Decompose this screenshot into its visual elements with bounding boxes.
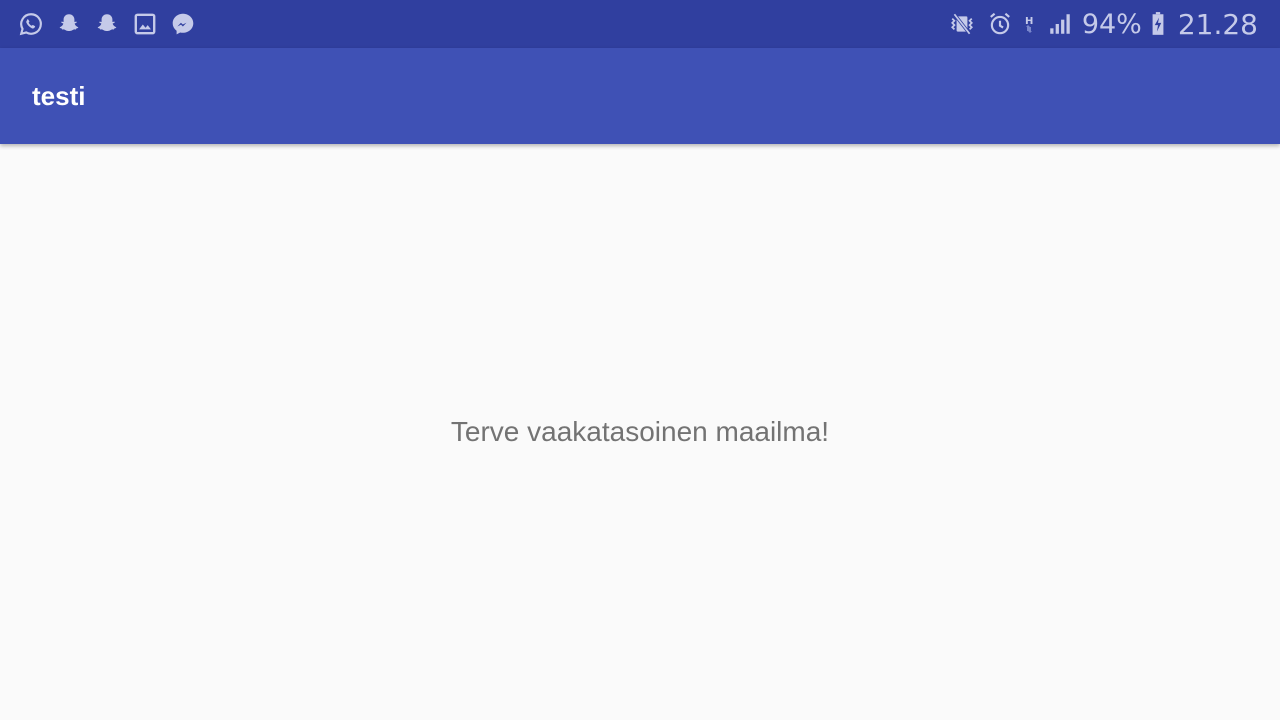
main-content: Terve vaakatasoinen maailma!	[0, 144, 1280, 720]
signal-icon	[1046, 10, 1074, 38]
status-bar: H 94% 21.28	[0, 0, 1280, 48]
messenger-icon	[169, 10, 197, 38]
clock: 21.28	[1177, 7, 1258, 41]
alarm-icon	[986, 10, 1014, 38]
greeting-text: Terve vaakatasoinen maailma!	[450, 416, 830, 447]
battery-charging-icon	[1148, 10, 1168, 38]
app-title: testi	[32, 80, 86, 111]
system-status: H 94% 21.28	[944, 8, 1280, 41]
snapchat-icon	[55, 10, 83, 38]
svg-text:H: H	[1025, 16, 1033, 27]
snapchat-icon	[93, 10, 121, 38]
gallery-icon	[131, 10, 159, 38]
notification-icons	[0, 10, 197, 38]
battery-percentage: 94%	[1081, 8, 1142, 40]
whatsapp-icon	[17, 10, 45, 38]
app-bar: testi	[0, 48, 1280, 144]
network-h-icon: H	[1020, 10, 1040, 38]
vibrate-off-icon	[944, 10, 980, 38]
